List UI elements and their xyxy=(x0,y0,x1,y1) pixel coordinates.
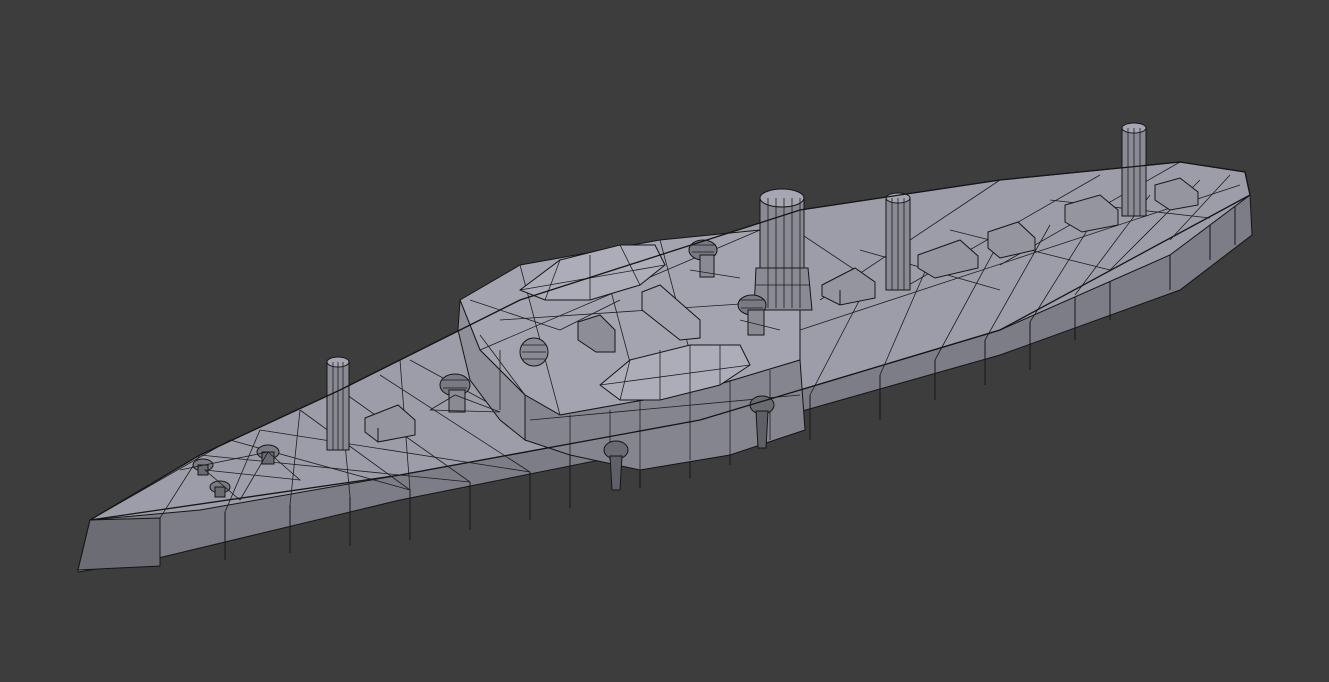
funnel-2 xyxy=(885,192,911,291)
ship-wireframe-model xyxy=(77,122,1253,573)
vent-4 xyxy=(519,337,549,367)
funnel-4 xyxy=(326,356,350,451)
funnel-3 xyxy=(1121,122,1147,217)
funnel-main xyxy=(753,188,813,311)
3d-viewport[interactable] xyxy=(0,0,1329,682)
